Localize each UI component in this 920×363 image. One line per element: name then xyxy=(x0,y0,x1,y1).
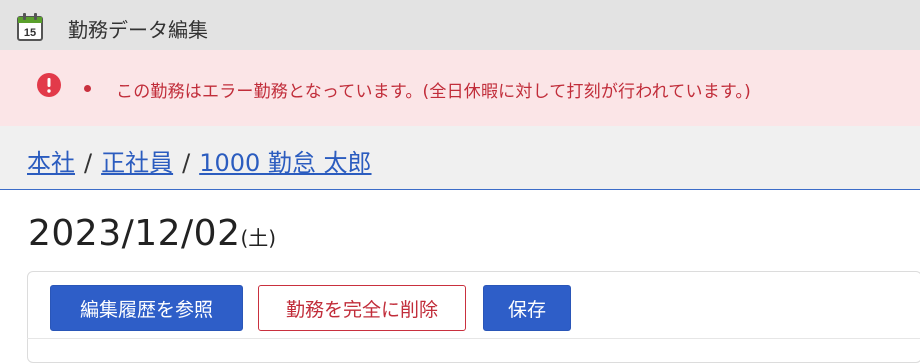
save-button[interactable]: 保存 xyxy=(483,285,571,331)
breadcrumb-employment-type-link[interactable]: 正社員 xyxy=(101,149,173,177)
alert-message: この勤務はエラー勤務となっています。(全日休暇に対して打刻が行われています。) xyxy=(116,82,751,102)
view-edit-history-button[interactable]: 編集履歴を参照 xyxy=(50,285,243,331)
work-date-heading: 2023/12/02(土) xyxy=(28,213,276,254)
breadcrumb-separator: / xyxy=(182,149,191,177)
alert-bullet xyxy=(84,85,91,92)
calendar-icon: 15 xyxy=(17,13,43,41)
delete-attendance-button[interactable]: 勤務を完全に削除 xyxy=(258,285,466,331)
work-date: 2023/12/02 xyxy=(28,213,241,254)
panel-divider xyxy=(27,338,920,339)
breadcrumb-employee-link[interactable]: 1000 勤怠 太郎 xyxy=(199,149,371,177)
breadcrumb-company-link[interactable]: 本社 xyxy=(27,149,75,177)
calendar-day-number: 15 xyxy=(24,27,36,39)
breadcrumb-separator: / xyxy=(84,149,93,177)
breadcrumb: 本社 / 正社員 / 1000 勤怠 太郎 xyxy=(27,143,372,178)
exclamation-circle-icon xyxy=(37,73,61,97)
window-title: 勤務データ編集 xyxy=(68,18,208,42)
work-weekday: (土) xyxy=(240,226,277,250)
